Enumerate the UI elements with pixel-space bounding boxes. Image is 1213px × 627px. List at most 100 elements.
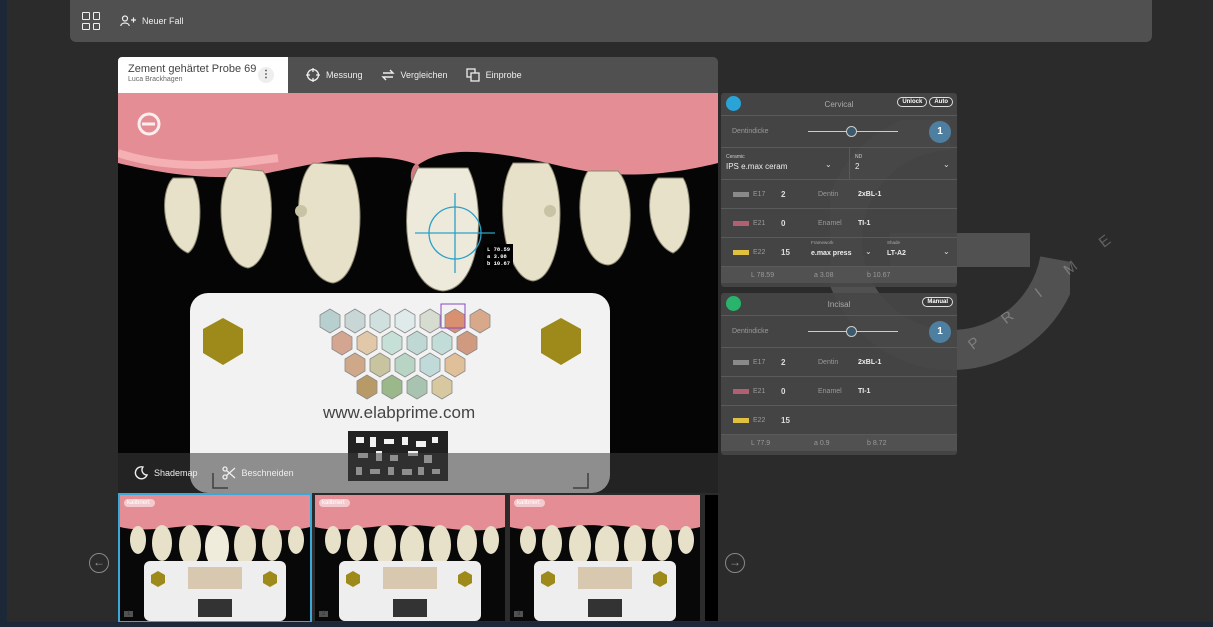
- shade-count: 2: [781, 189, 786, 199]
- dentin-value: 1: [929, 321, 951, 343]
- chevron-down-icon[interactable]: ⌄: [825, 160, 832, 169]
- thumbnail-image: [120, 495, 310, 621]
- shade-count: 0: [781, 386, 786, 396]
- lab-b-value: b 8.72: [867, 439, 887, 447]
- incisal-title: Incisal: [827, 299, 851, 309]
- slider-knob[interactable]: [846, 326, 857, 337]
- shade-swatch: [733, 191, 749, 197]
- card-url-text: www.elabprime.com: [322, 403, 475, 422]
- shade-row: E21 0 Enamel TI-1: [721, 208, 957, 237]
- shade-swatch: [733, 388, 749, 394]
- shade-row: E22 15: [721, 405, 957, 434]
- previous-arrow-icon[interactable]: ←: [89, 553, 109, 573]
- shade-row: E21 0 Enamel TI-1: [721, 376, 957, 405]
- incisal-tooth-icon: [726, 296, 741, 311]
- thumbnail[interactable]: kalibriert 2: [315, 495, 505, 621]
- layer-label: Enamel: [818, 387, 842, 395]
- copy-icon: [465, 68, 480, 82]
- chevron-down-icon[interactable]: ⌄: [943, 247, 950, 256]
- shade-name: E17: [753, 358, 766, 366]
- lab-a-value: a 0.9: [814, 439, 830, 447]
- framework-select[interactable]: e.max press: [811, 250, 851, 257]
- case-tab[interactable]: Zement gehärtet Probe 69 Luca Brackhagen…: [118, 57, 288, 93]
- thumbnail-image: [315, 495, 505, 621]
- unlock-button[interactable]: Unlock: [897, 97, 928, 107]
- calibrated-badge: kalibriert: [514, 499, 545, 507]
- manual-button[interactable]: Manual: [922, 297, 953, 307]
- dentin-label: Dentindicke: [732, 128, 769, 135]
- photo-action-bar: Shademap Beschneiden: [118, 453, 718, 493]
- lab-l: L 78.59: [487, 246, 511, 253]
- dentin-thickness-row: Dentindicke 1: [721, 115, 957, 147]
- cervical-lab-row: L 78.59 a 3.08 b 10.67: [721, 266, 957, 283]
- cervical-header: Cervical Unlock Auto: [721, 93, 957, 115]
- lab-b: b 10.67: [487, 260, 511, 267]
- nd-select[interactable]: 2: [855, 162, 859, 171]
- shade-count: 0: [781, 218, 786, 228]
- add-user-icon: [120, 15, 136, 27]
- chevron-down-icon[interactable]: ⌄: [865, 247, 872, 256]
- next-arrow-icon[interactable]: →: [725, 553, 745, 573]
- new-case-label: Neuer Fall: [142, 16, 184, 26]
- lab-a: a 3.08: [487, 253, 507, 260]
- left-edge: [0, 0, 7, 627]
- thumbnail[interactable]: kalibriert 1: [118, 493, 312, 623]
- shade-swatch: [733, 417, 749, 423]
- ceramic-select[interactable]: IPS e.max ceram: [726, 162, 787, 171]
- layer-value: 2xBL-1: [858, 358, 882, 366]
- shade-label: Shade: [887, 240, 901, 245]
- lab-l-value: L 78.59: [751, 271, 775, 279]
- shade-name: E21: [753, 387, 766, 395]
- layer-label: Enamel: [818, 219, 842, 227]
- dentin-value: 1: [929, 121, 951, 143]
- dentin-slider[interactable]: [808, 326, 898, 337]
- thumbnail-partial[interactable]: [705, 495, 718, 621]
- compare-button[interactable]: Vergleichen: [380, 68, 448, 82]
- shademap-button[interactable]: Shademap: [134, 466, 198, 480]
- swap-icon: [380, 69, 395, 81]
- auto-button[interactable]: Auto: [929, 97, 953, 107]
- case-menu-icon[interactable]: ⋮: [258, 67, 274, 83]
- tooth-photo: www.elabprime.com: [118, 93, 718, 493]
- shade-row: E17 2 Dentin 2xBL-1: [721, 179, 957, 208]
- layer-label: Dentin: [818, 358, 839, 366]
- tooth-photo-canvas[interactable]: www.elabprime.com L 78.59 a 3.08 b 10.67: [118, 93, 718, 493]
- shade-count: 15: [781, 247, 790, 257]
- thumbnail[interactable]: kalibriert 3: [510, 495, 700, 621]
- thumbnail-index: 3: [514, 611, 524, 617]
- cervical-title: Cervical: [824, 99, 854, 109]
- shade-name: E21: [753, 219, 766, 227]
- measure-label: Messung: [326, 70, 363, 80]
- tryin-label: Einprobe: [485, 70, 522, 80]
- layer-value: TI-1: [858, 219, 871, 227]
- top-bar: Neuer Fall: [70, 0, 1152, 42]
- layer-value: 2xBL-1: [858, 190, 882, 198]
- layer-label: Dentin: [818, 190, 839, 198]
- thumbnail-image: [510, 495, 700, 621]
- dentin-slider[interactable]: [808, 126, 898, 137]
- chevron-down-icon[interactable]: ⌄: [943, 160, 950, 169]
- shademap-label: Shademap: [154, 468, 198, 478]
- ceramic-label: Ceramic: [726, 154, 745, 160]
- shademap-icon: [134, 466, 148, 480]
- dentin-label: Dentindicke: [732, 328, 769, 335]
- crosshair-icon: [306, 68, 320, 82]
- incisal-panel: Incisal Manual Dentindicke 1 E17 2 Denti…: [721, 293, 957, 455]
- shade-swatch: [733, 249, 749, 255]
- incisal-lab-row: L 77.9 a 0.9 b 8.72: [721, 434, 957, 451]
- calibrated-badge: kalibriert: [319, 499, 350, 507]
- tryin-button[interactable]: Einprobe: [465, 68, 522, 82]
- lab-b-value: b 10.67: [867, 271, 891, 279]
- crop-label: Beschneiden: [241, 468, 294, 478]
- lab-l-value: L 77.9: [751, 439, 771, 447]
- shade-select[interactable]: LT-A2: [887, 250, 906, 257]
- measure-button[interactable]: Messung: [306, 68, 363, 82]
- crop-button[interactable]: Beschneiden: [221, 466, 294, 480]
- lab-value-tooltip: L 78.59 a 3.08 b 10.67: [484, 244, 514, 269]
- new-case-button[interactable]: Neuer Fall: [120, 15, 184, 27]
- nd-label: ND: [855, 154, 863, 160]
- dentin-thickness-row: Dentindicke 1: [721, 315, 957, 347]
- apps-grid-icon[interactable]: [82, 12, 100, 30]
- cervical-panel: Cervical Unlock Auto Dentindicke 1 Ceram…: [721, 93, 957, 287]
- slider-knob[interactable]: [846, 126, 857, 137]
